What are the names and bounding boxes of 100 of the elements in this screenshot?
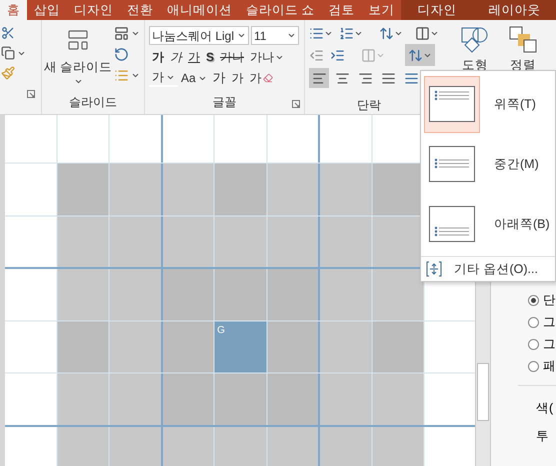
ribbon-tab[interactable]: 디자인 bbox=[67, 0, 120, 20]
ribbon-tab[interactable]: 슬라이드 쇼 bbox=[239, 0, 322, 20]
radio-option[interactable]: 그 bbox=[528, 311, 556, 333]
reset-icon[interactable] bbox=[114, 47, 129, 62]
table-cell bbox=[109, 216, 162, 268]
table-cell bbox=[162, 320, 214, 374]
scrollbar-thumb[interactable] bbox=[477, 363, 489, 421]
increase-font-size-button[interactable]: 가 bbox=[210, 69, 229, 87]
decrease-font-size-button[interactable]: 가 bbox=[228, 69, 247, 87]
ribbon-tab[interactable]: 검토 bbox=[321, 0, 362, 20]
caret-icon bbox=[287, 31, 296, 40]
dialog-launcher-icon[interactable] bbox=[27, 90, 35, 98]
table-cell bbox=[109, 320, 162, 374]
radio-option[interactable]: 그 bbox=[528, 333, 556, 355]
table-cell bbox=[109, 426, 162, 466]
align-button[interactable] bbox=[309, 68, 329, 88]
change-case-button[interactable]: Aa bbox=[178, 69, 210, 87]
table-cell bbox=[214, 268, 267, 321]
menu-item[interactable]: 기타 옵션(O)... bbox=[421, 257, 555, 281]
group-label: 단락 bbox=[357, 97, 382, 114]
table-cell bbox=[318, 320, 372, 374]
ribbon-tab[interactable]: 보기 bbox=[361, 0, 402, 20]
table-cell bbox=[57, 216, 110, 268]
table-cell bbox=[57, 373, 110, 426]
group-label: 슬라이드 bbox=[68, 94, 118, 111]
table-cell bbox=[214, 216, 267, 268]
align-icon bbox=[312, 70, 326, 86]
table-cell bbox=[214, 373, 267, 426]
align-text-button[interactable] bbox=[405, 44, 435, 66]
table-cell bbox=[266, 373, 319, 426]
spacing-icon bbox=[426, 261, 442, 277]
italic-button[interactable]: 가 bbox=[167, 48, 185, 66]
ribbon-tab[interactable]: 홈 bbox=[0, 0, 27, 20]
increase-indent-icon[interactable] bbox=[330, 48, 345, 62]
font-color-button[interactable]: 가 bbox=[149, 69, 178, 87]
clear-formatting-button[interactable]: 가 bbox=[246, 69, 276, 87]
table-cell bbox=[214, 163, 267, 216]
table-cell bbox=[266, 426, 319, 466]
table-cell bbox=[57, 163, 110, 216]
text-align-icon bbox=[429, 206, 475, 242]
line-spacing-icon[interactable] bbox=[379, 26, 394, 40]
table-cell bbox=[57, 268, 110, 321]
ribbon-tab[interactable]: 전환 bbox=[120, 0, 160, 20]
table-cell bbox=[318, 373, 372, 426]
menu-item[interactable]: 위쪽(T) bbox=[421, 74, 555, 134]
ribbon-tab[interactable]: 디자인 bbox=[401, 0, 472, 20]
text-align-icon bbox=[429, 146, 475, 182]
underline-button[interactable]: 가 bbox=[185, 48, 203, 66]
table-cell bbox=[162, 268, 214, 321]
copy-icon[interactable] bbox=[1, 46, 15, 60]
character-spacing-button[interactable]: 가나 bbox=[247, 48, 288, 66]
table-cell bbox=[57, 320, 110, 374]
table-cell bbox=[57, 426, 110, 466]
table-cell bbox=[214, 426, 267, 466]
table-cell bbox=[109, 268, 162, 321]
bold-button[interactable]: 가 bbox=[149, 48, 167, 66]
decrease-indent-icon[interactable] bbox=[309, 48, 324, 62]
menu-item[interactable]: 아래쪽(B) bbox=[421, 194, 555, 254]
table-cell bbox=[266, 268, 319, 321]
font-name-field[interactable]: 나눔스퀘어 Ligl bbox=[149, 26, 249, 45]
table-cell bbox=[162, 163, 214, 216]
ribbon-tab[interactable]: 애니메이션 bbox=[160, 0, 239, 20]
dialog-launcher-icon[interactable] bbox=[292, 100, 300, 108]
align-icon bbox=[358, 70, 372, 86]
text-align-icon bbox=[429, 86, 475, 122]
table-cell bbox=[109, 373, 162, 426]
table-cell bbox=[266, 163, 319, 216]
group-label: 글꼴 bbox=[212, 94, 236, 111]
table-cell bbox=[162, 373, 214, 426]
table-cell bbox=[318, 216, 372, 268]
cut-icon[interactable] bbox=[1, 26, 15, 40]
table-cell bbox=[371, 320, 424, 374]
arrange-icon bbox=[508, 24, 538, 54]
caret-icon bbox=[131, 71, 140, 80]
table-cell bbox=[371, 426, 424, 466]
ribbon-tab[interactable]: 삽입 bbox=[27, 0, 67, 20]
radio-option[interactable]: 패 bbox=[528, 355, 556, 377]
table-cell bbox=[109, 163, 162, 216]
table-cell: G bbox=[214, 320, 267, 374]
layout-icon[interactable] bbox=[114, 26, 129, 41]
align-icon bbox=[404, 70, 418, 86]
table-cell bbox=[371, 373, 424, 426]
font-size-field[interactable]: 11 bbox=[251, 26, 299, 45]
strikethrough-button[interactable]: 가나 bbox=[217, 48, 248, 66]
numbering-icon[interactable] bbox=[339, 26, 354, 40]
ribbon-tab[interactable]: 레이아웃 bbox=[472, 0, 556, 20]
caret-icon bbox=[131, 29, 140, 38]
table-cell bbox=[266, 320, 319, 374]
field-label: 투 bbox=[536, 428, 550, 445]
align-text-icon bbox=[408, 48, 423, 62]
radio-option[interactable]: 단 bbox=[528, 289, 556, 311]
menu-item[interactable]: 중간(M) bbox=[421, 134, 555, 194]
align-icon bbox=[380, 70, 396, 86]
table-cell bbox=[318, 426, 372, 466]
bullets-icon[interactable] bbox=[309, 26, 324, 40]
new-slide-button[interactable]: 새 슬라이드 bbox=[42, 20, 114, 93]
caret-icon bbox=[237, 31, 246, 40]
text-shadow-button[interactable]: S bbox=[203, 48, 218, 66]
align-icon bbox=[334, 70, 350, 86]
table-cell bbox=[162, 216, 214, 268]
